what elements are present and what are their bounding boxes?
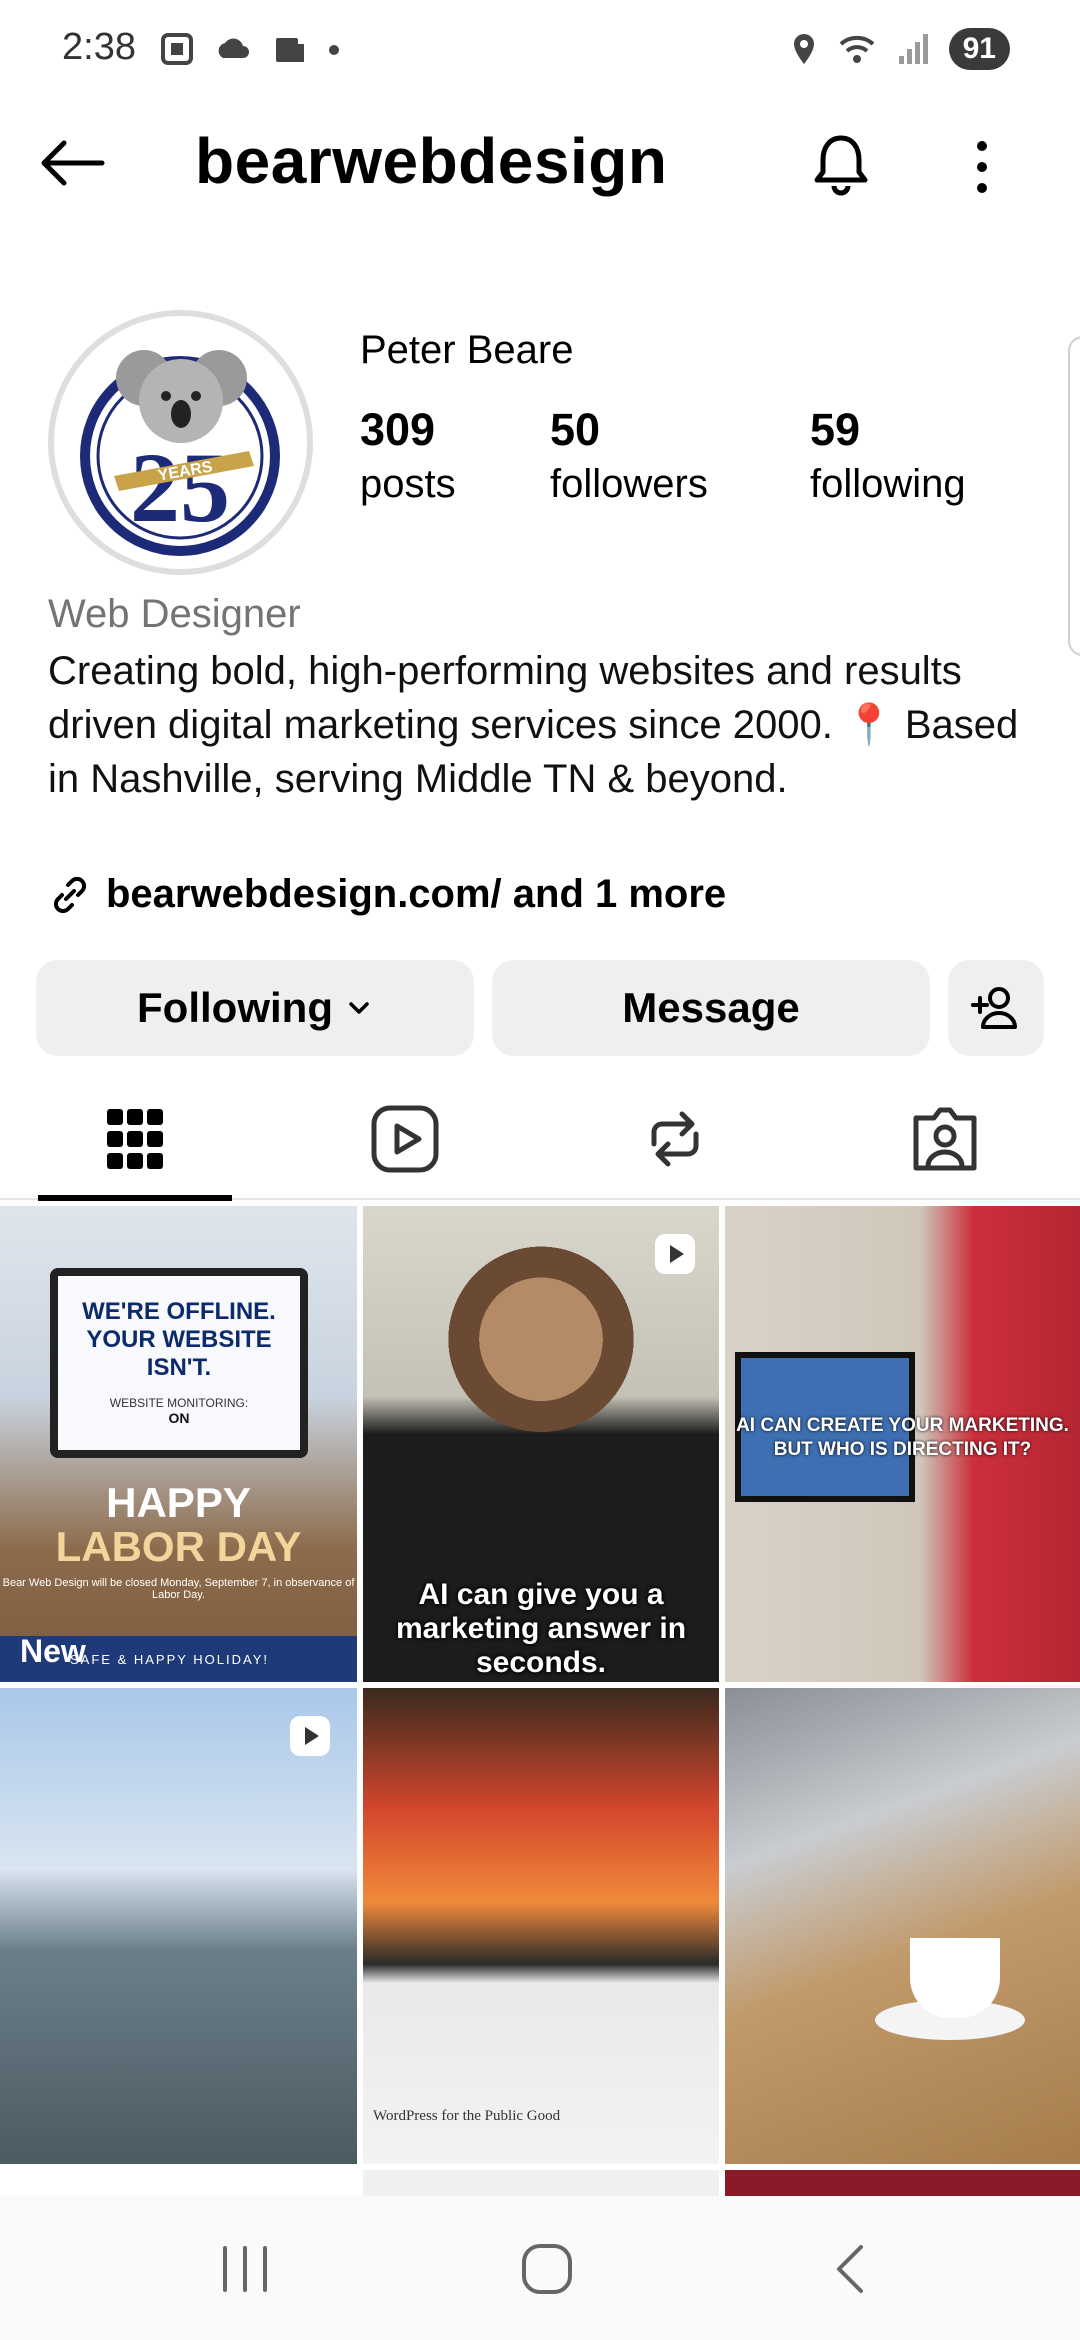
tab-reposts[interactable] — [630, 1094, 720, 1184]
post-tile[interactable]: WE'RE OFFLINE. YOUR WEBSITE ISN'T. WEBSI… — [0, 1206, 357, 1682]
posts-label: posts — [360, 462, 456, 506]
post-text-line: LABOR DAY — [55, 1523, 302, 1570]
repost-icon — [651, 1111, 699, 1167]
profile-link[interactable]: bearwebdesign.com/ and 1 more — [48, 872, 726, 917]
post-tile[interactable] — [725, 1688, 1080, 2164]
display-name: Peter Beare — [360, 328, 574, 372]
more-options-button[interactable] — [962, 132, 1002, 202]
recents-icon — [223, 2246, 267, 2292]
post-laptop-graphic: WE'RE OFFLINE. YOUR WEBSITE ISN'T. WEBSI… — [50, 1268, 308, 1458]
reel-indicator-icon — [290, 1716, 330, 1756]
system-back-button[interactable] — [815, 2234, 885, 2304]
posts-count: 309 — [360, 404, 436, 455]
reels-icon — [371, 1105, 439, 1173]
post-tile[interactable]: AI can give you a marketing answer in se… — [363, 1206, 719, 1682]
avatar-number: 25 — [130, 432, 230, 543]
following-button[interactable]: Following — [36, 960, 474, 1056]
post-text-line: WE'RE OFFLINE. — [82, 1298, 276, 1325]
profile-avatar[interactable]: 25 YEARS — [48, 310, 313, 575]
message-button[interactable]: Message — [492, 960, 930, 1056]
following-button-label: Following — [137, 984, 333, 1031]
posts-stat[interactable]: 309 posts — [360, 404, 456, 512]
post-text-line: SAFE & HAPPY HOLIDAY! — [70, 1652, 270, 1667]
profile-username: bearwebdesign — [195, 125, 668, 197]
post-text-line: Bear Web Design will be closed Monday, S… — [2, 1577, 355, 1601]
chevron-left-icon — [837, 2245, 863, 2293]
post-text-line: YOUR WEBSITE ISN'T. — [86, 1326, 272, 1381]
home-icon — [522, 2244, 572, 2294]
system-nav-bar — [0, 2196, 1080, 2340]
koala-logo-icon: 25 YEARS — [80, 350, 280, 556]
post-text-line: HAPPY — [106, 1479, 251, 1526]
chevron-down-icon — [349, 1002, 369, 1014]
status-bar: 2:38 91 — [0, 0, 1080, 105]
followers-stat[interactable]: 50 followers — [550, 404, 708, 512]
dot-icon — [329, 45, 339, 55]
reel-indicator-icon — [655, 1234, 695, 1274]
profile-link-text: bearwebdesign.com/ and 1 more — [106, 872, 727, 916]
more-vertical-icon — [977, 141, 987, 193]
status-notification-icons — [158, 30, 342, 68]
following-label: following — [810, 462, 966, 506]
tab-tagged[interactable] — [900, 1094, 990, 1184]
followers-label: followers — [550, 462, 708, 506]
post-tile[interactable]: WordPress for the Public Good — [363, 1688, 719, 2164]
location-icon — [793, 34, 814, 64]
side-panel-handle[interactable] — [1068, 336, 1080, 656]
following-count: 59 — [810, 404, 861, 455]
device-icon — [276, 38, 304, 62]
following-stat[interactable]: 59 following — [810, 404, 966, 512]
profile-category: Web Designer — [48, 592, 301, 636]
status-system-icons: 91 — [789, 28, 1010, 70]
post-caption: AI can give you a marketing answer in se… — [395, 1578, 687, 1679]
followers-count: 50 — [550, 404, 601, 455]
recent-apps-button[interactable] — [210, 2234, 280, 2304]
link-icon — [53, 876, 87, 913]
post-headline: HAPPY LABOR DAY Bear Web Design will be … — [0, 1479, 357, 1602]
back-button[interactable] — [36, 138, 106, 188]
bell-icon — [814, 135, 868, 196]
home-button[interactable] — [512, 2234, 582, 2304]
profile-bio: Creating bold, high-performing websites … — [48, 649, 1019, 801]
arrow-left-icon — [41, 140, 105, 186]
cloud-icon — [218, 38, 249, 58]
post-text-line: WEBSITE MONITORING: — [109, 1396, 249, 1410]
grid-icon — [107, 1109, 163, 1169]
tagged-user-icon — [913, 1107, 977, 1171]
tab-posts-grid[interactable] — [90, 1094, 180, 1184]
post-text-line: ON — [168, 1410, 190, 1426]
signal-icon — [898, 34, 928, 64]
profile-tabs — [0, 1080, 1080, 1201]
message-button-label: Message — [622, 984, 800, 1031]
suggested-accounts-button[interactable] — [948, 960, 1044, 1056]
post-caption: WordPress for the Public Good — [373, 2108, 561, 2124]
add-user-icon — [971, 987, 1017, 1029]
post-tile[interactable] — [0, 1688, 357, 2164]
post-caption: AI CAN CREATE YOUR MARKETING. BUT WHO IS… — [736, 1415, 1069, 1460]
screenshot-icon — [161, 33, 193, 65]
profile-header: bearwebdesign — [0, 110, 1080, 220]
post-cup-graphic — [910, 1938, 1000, 2018]
notifications-button[interactable] — [806, 130, 876, 200]
active-tab-indicator — [38, 1195, 232, 1201]
battery-indicator: 91 — [948, 28, 1010, 70]
new-badge: New — [20, 1633, 86, 1669]
tab-reels[interactable] — [360, 1094, 450, 1184]
status-time: 2:38 — [62, 26, 136, 68]
post-tile[interactable]: AI CAN CREATE YOUR MARKETING. BUT WHO IS… — [725, 1206, 1080, 1682]
wifi-icon — [839, 35, 874, 63]
